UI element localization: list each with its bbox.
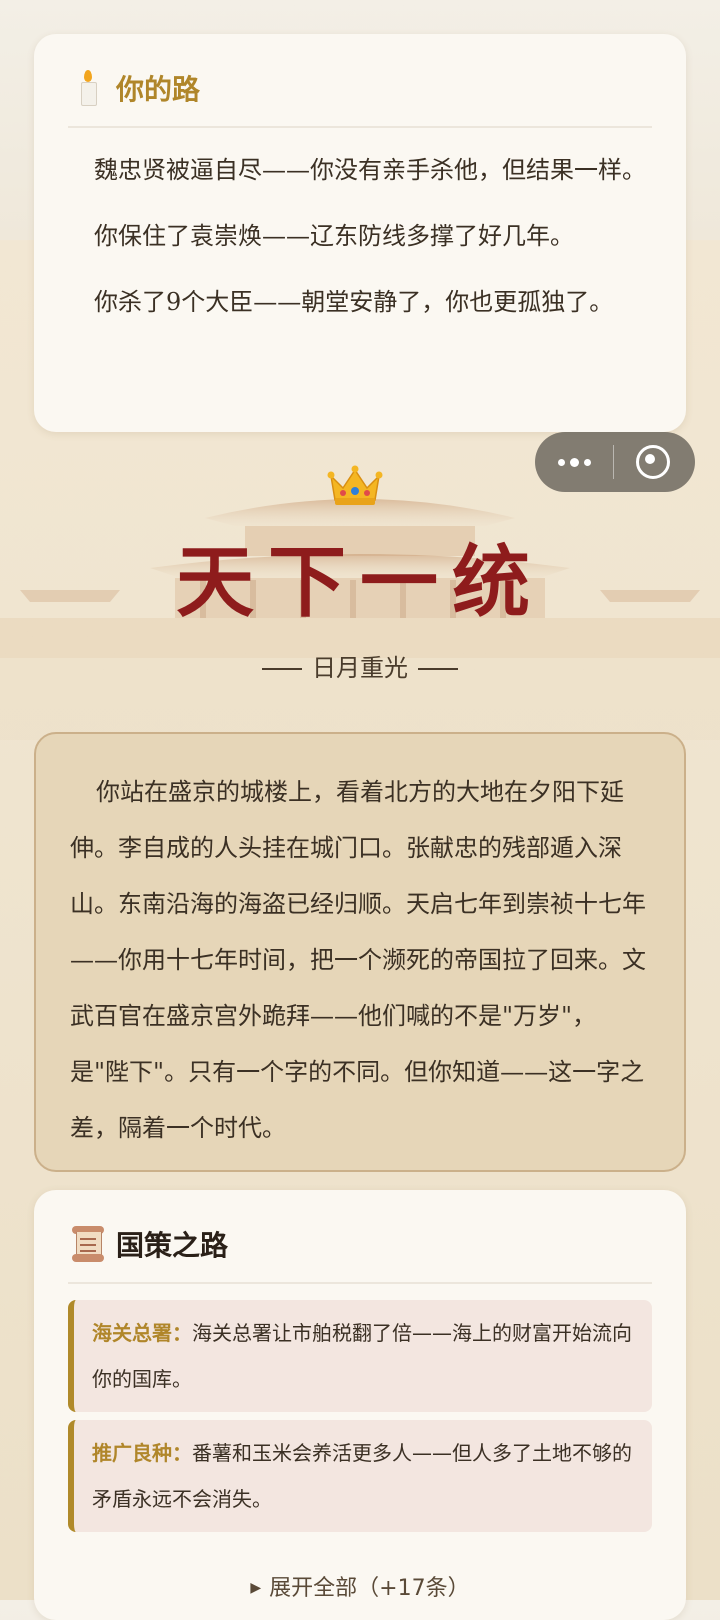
crown-icon (327, 465, 383, 505)
decor-line (418, 668, 458, 670)
path-paragraph: 你杀了9个大臣——朝堂安静了，你也更孤独了。 (94, 288, 614, 316)
policy-item-name: 海关总署： (92, 1321, 192, 1345)
expand-all-button[interactable]: ▶ 展开全部（+17条） (34, 1570, 686, 1602)
ending-subtitle: 日月重光 (312, 654, 408, 682)
policy-header: 国策之路 (34, 1190, 686, 1270)
policy-title: 国策之路 (116, 1229, 229, 1262)
path-paragraph: 你保住了袁崇焕——辽东防线多撑了好几年。 (94, 222, 574, 250)
divider (68, 1282, 652, 1284)
triangle-right-icon: ▶ (250, 1580, 262, 1596)
policy-card: 国策之路 海关总署：海关总署让市舶税翻了倍——海上的财富开始流向你的国库。 推广… (34, 1190, 686, 1620)
path-paragraph: 魏忠贤被逼自尽——你没有亲手杀他，但结果一样。 (94, 156, 646, 184)
ending-story-text: 你站在盛京的城楼上，看着北方的大地在夕阳下延伸。李自成的人头挂在城门口。张献忠的… (70, 778, 646, 1142)
divider (68, 126, 652, 128)
ending-title: 天下一统 (175, 537, 544, 628)
candle-icon (68, 68, 108, 108)
target-icon[interactable] (614, 432, 694, 492)
mini-program-capsule (535, 432, 695, 492)
more-dots-icon[interactable] (535, 432, 613, 492)
expand-all-label: 展开全部（+17条） (269, 1576, 470, 1601)
scroll-icon (68, 1224, 108, 1264)
your-path-card: 你的路 魏忠贤被逼自尽——你没有亲手杀他，但结果一样。 你保住了袁崇焕——辽东防… (34, 34, 686, 432)
policy-item: 海关总署：海关总署让市舶税翻了倍——海上的财富开始流向你的国库。 (68, 1300, 652, 1412)
decor-line (262, 668, 302, 670)
your-path-header: 你的路 (34, 34, 686, 114)
policy-item-name: 推广良种： (92, 1441, 192, 1465)
your-path-title: 你的路 (116, 73, 201, 106)
ending-subtitle-row: 日月重光 (0, 648, 720, 683)
policy-item: 推广良种：番薯和玉米会养活更多人——但人多了土地不够的矛盾永远不会消失。 (68, 1420, 652, 1532)
ending-story-card: 你站在盛京的城楼上，看着北方的大地在夕阳下延伸。李自成的人头挂在城门口。张献忠的… (34, 732, 686, 1172)
